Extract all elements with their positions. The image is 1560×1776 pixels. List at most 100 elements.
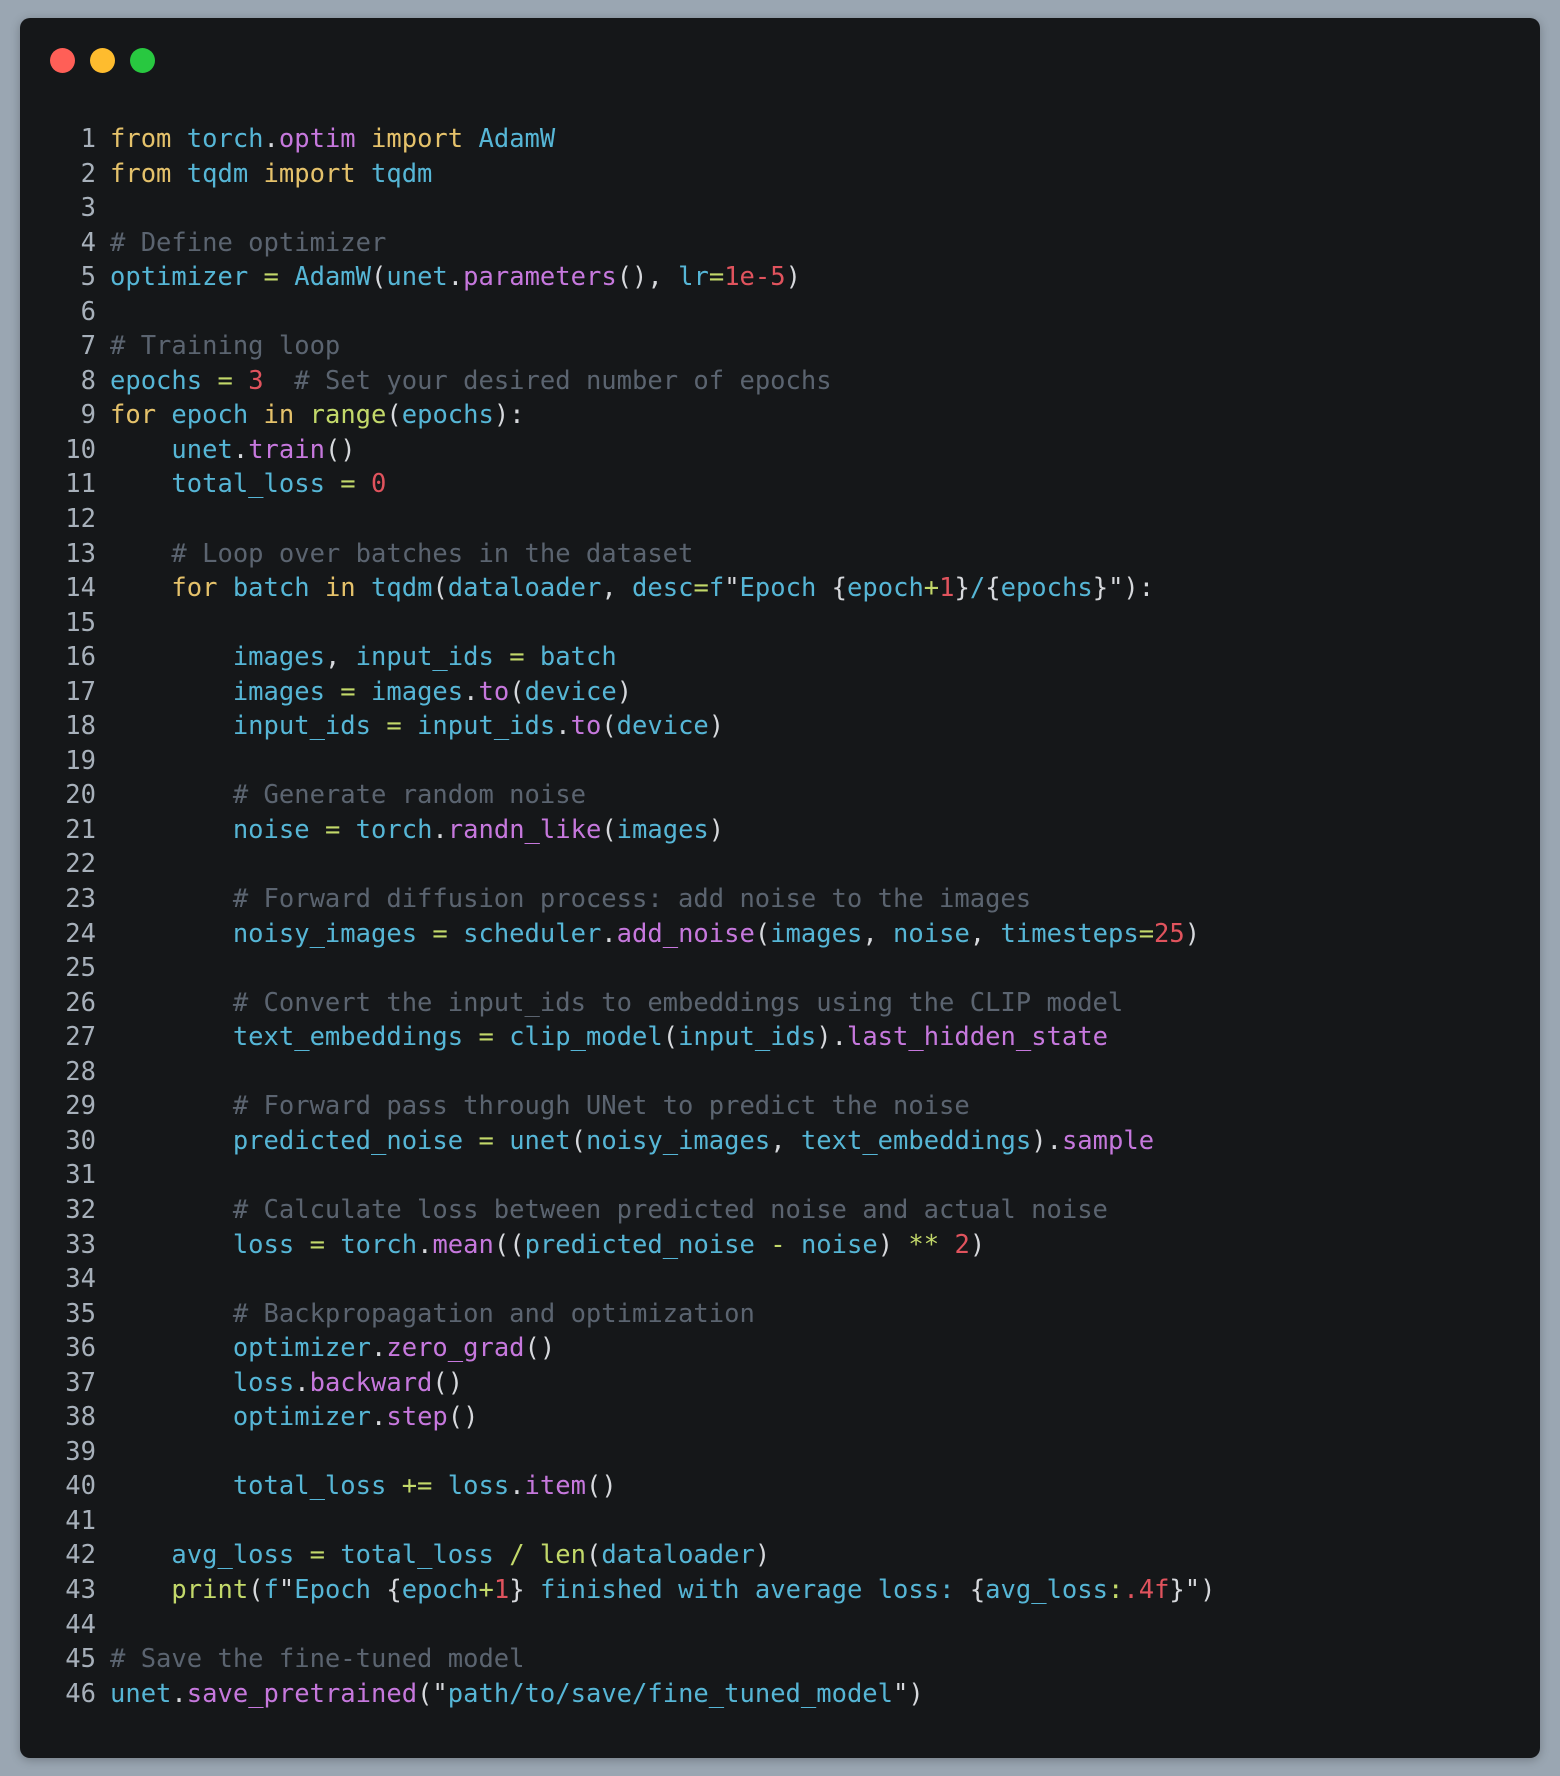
code-token: to	[478, 676, 510, 707]
close-dot[interactable]	[50, 48, 75, 73]
code-line: 19	[20, 744, 1215, 779]
code-text: unet.save_pretrained("path/to/save/fine_…	[96, 1677, 924, 1712]
code-token: (	[432, 573, 448, 604]
code-token: device	[524, 676, 617, 707]
code-token: (	[570, 1125, 586, 1156]
code-token: ,	[770, 1125, 801, 1156]
code-token: tqdm	[186, 158, 264, 189]
code-token: AdamW	[294, 262, 372, 293]
code-line: 17 images = images.to(device)	[20, 675, 1215, 710]
code-token: torch	[340, 1229, 418, 1260]
code-token: # Generate random noise	[110, 780, 586, 811]
code-token: .	[463, 676, 479, 707]
code-text: noise = torch.randn_like(images)	[96, 813, 724, 848]
code-token: ,	[862, 918, 894, 949]
line-number: 14	[65, 573, 96, 604]
line-number: 38	[65, 1402, 96, 1433]
code-token: predicted_noise	[524, 1229, 771, 1260]
line-number: 42	[65, 1540, 96, 1571]
code-token: dataloader	[447, 573, 602, 604]
code-token: 0	[371, 469, 387, 500]
line-number: 20	[65, 780, 96, 811]
code-line: 40 total_loss += loss.item()	[20, 1469, 1215, 1504]
code-token: text_embeddings	[110, 1022, 479, 1053]
code-token: for	[110, 573, 233, 604]
code-line: 26 # Convert the input_ids to embeddings…	[20, 986, 1215, 1021]
code-token: )	[754, 1540, 771, 1571]
code-token: optimizer	[110, 1333, 371, 1364]
line-number: 6	[80, 296, 96, 327]
code-token: ,	[324, 642, 356, 673]
line-number: 34	[65, 1264, 96, 1295]
code-token: clip_model	[509, 1022, 663, 1053]
code-token: predicted_noise	[110, 1125, 479, 1156]
code-token: batch	[539, 642, 617, 673]
code-token: /	[969, 573, 986, 604]
code-token: noise	[800, 1229, 878, 1260]
code-text: optimizer = AdamW(unet.parameters(), lr=…	[96, 260, 801, 295]
code-token: f	[263, 1574, 279, 1605]
code-token: randn_like	[447, 814, 602, 845]
line-number: 10	[65, 434, 96, 465]
code-token: images	[110, 676, 341, 707]
code-token: timesteps	[1000, 918, 1139, 949]
code-token: =	[309, 1229, 341, 1260]
line-number: 27	[65, 1022, 96, 1053]
code-token: print	[110, 1574, 249, 1605]
code-token: )	[708, 814, 725, 845]
code-token: +	[923, 573, 940, 604]
code-token: add_noise	[616, 918, 755, 949]
code-token: epochs	[1000, 573, 1093, 604]
code-token: images	[770, 918, 863, 949]
code-token: .	[509, 1471, 525, 1502]
code-token: )	[877, 1229, 909, 1260]
code-token: backward	[309, 1367, 433, 1398]
code-token: total_loss	[340, 1540, 510, 1571]
code-token: ).	[1031, 1125, 1062, 1156]
code-line: 8 epochs = 3 # Set your desired number of…	[20, 364, 1215, 399]
code-token: =	[263, 262, 295, 293]
code-token: images	[371, 676, 464, 707]
code-line: 34	[20, 1262, 1215, 1297]
code-text: # Forward diffusion process: add noise t…	[96, 882, 1031, 917]
code-token: / len	[509, 1540, 586, 1571]
code-token: ()	[585, 1471, 617, 1502]
code-token: noisy_images	[110, 918, 433, 949]
code-token: avg_loss	[110, 1540, 310, 1571]
code-token: .	[555, 711, 571, 742]
line-number: 8	[80, 365, 96, 396]
line-number: 25	[65, 953, 96, 984]
code-token: 1	[939, 573, 955, 604]
code-token: .	[601, 918, 617, 949]
code-line: 39	[20, 1435, 1215, 1470]
code-token: device	[616, 711, 709, 742]
code-line: 14 for batch in tqdm(dataloader, desc=f"…	[20, 571, 1215, 606]
code-line: 22	[20, 847, 1215, 882]
code-line: 18 input_ids = input_ids.to(device)	[20, 709, 1215, 744]
code-line: 33 loss = torch.mean((predicted_noise - …	[20, 1228, 1215, 1263]
line-number: 43	[65, 1574, 96, 1605]
code-token: 1	[493, 1574, 510, 1605]
code-token: epoch	[847, 573, 924, 604]
code-token: loss	[110, 1229, 310, 1260]
code-editor[interactable]: 1 from torch.optim import AdamW 2 from tqdm…	[20, 122, 1215, 1711]
code-token: .	[371, 1333, 387, 1364]
code-token: import	[263, 158, 371, 189]
minimize-dot[interactable]	[90, 48, 115, 73]
code-token: =	[478, 1125, 510, 1156]
code-text: # Generate random noise	[96, 778, 586, 813]
code-line: 28	[20, 1055, 1215, 1090]
code-text: epochs = 3 # Set your desired number of …	[96, 364, 832, 399]
code-token: ):	[493, 400, 525, 431]
code-text: total_loss += loss.item()	[96, 1469, 617, 1504]
code-token: for	[110, 400, 172, 431]
line-number: 30	[65, 1125, 96, 1156]
code-token: =	[324, 814, 356, 845]
code-token: step	[386, 1402, 448, 1433]
maximize-dot[interactable]	[130, 48, 155, 73]
code-token: dataloader	[601, 1540, 755, 1571]
code-token: last_hidden_state	[846, 1022, 1108, 1053]
code-token: total_loss	[110, 469, 341, 500]
